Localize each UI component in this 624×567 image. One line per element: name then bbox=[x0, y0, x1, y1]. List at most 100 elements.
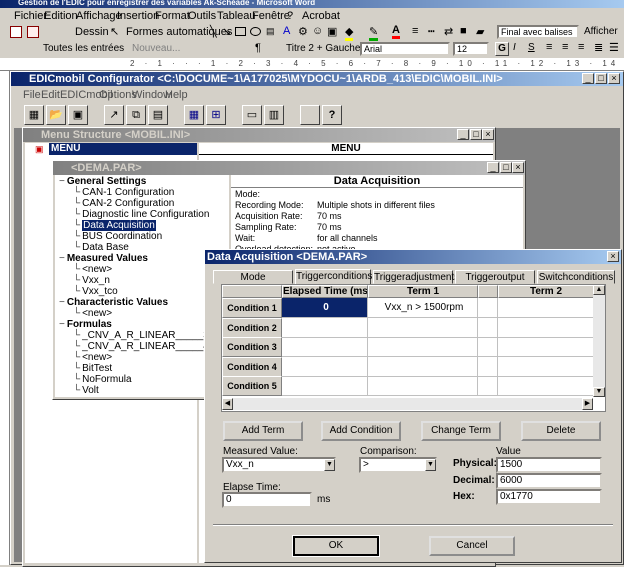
term2-cell[interactable] bbox=[498, 356, 594, 377]
edic-menu-help[interactable]: Help bbox=[165, 89, 188, 101]
underline-button[interactable]: S bbox=[528, 42, 535, 53]
picture-icon[interactable]: ▣ bbox=[327, 25, 337, 38]
term1-cell[interactable] bbox=[368, 376, 478, 396]
menu-outils[interactable]: Outils bbox=[188, 10, 216, 22]
pilcrow-icon[interactable]: ¶ bbox=[255, 42, 261, 54]
line-icon[interactable]: ╲ bbox=[210, 25, 217, 38]
3d-icon[interactable]: ▰ bbox=[476, 25, 484, 38]
edic-menu-edit[interactable]: Edit bbox=[41, 89, 60, 101]
add-condition-button[interactable]: Add Condition bbox=[321, 421, 401, 441]
tree-node[interactable]: └ CAN-1 Configuration bbox=[55, 187, 229, 198]
grid-vscrollbar[interactable]: ▲ ▼ bbox=[593, 285, 605, 397]
menu-affichage[interactable]: Affichage bbox=[76, 10, 122, 22]
add-term-button[interactable]: Add Term bbox=[223, 421, 303, 441]
tree-node[interactable]: └ Data Acquisition bbox=[55, 220, 229, 231]
menu-format[interactable]: Format bbox=[155, 10, 190, 22]
tree-node[interactable]: └ <new> bbox=[55, 264, 229, 275]
shadow-icon[interactable]: ■ bbox=[460, 25, 467, 37]
display-markup-select[interactable]: Final avec balises bbox=[497, 25, 579, 39]
term1-cell[interactable] bbox=[368, 317, 478, 338]
bold-button[interactable]: G bbox=[495, 42, 509, 56]
menu-help[interactable]: ? bbox=[287, 10, 293, 22]
new-doc-icon[interactable] bbox=[10, 26, 22, 38]
list-view-icon[interactable]: ▥ bbox=[264, 105, 284, 125]
close-button[interactable]: × bbox=[608, 73, 620, 84]
blank-cell[interactable] bbox=[478, 376, 498, 396]
menu-tableau[interactable]: Tableau bbox=[217, 10, 256, 22]
elapsed-cell[interactable] bbox=[282, 317, 368, 338]
tree-collapse-icon[interactable]: − bbox=[59, 176, 65, 187]
elapsed-cell[interactable] bbox=[282, 376, 368, 396]
align-right-icon[interactable]: ≡ bbox=[578, 41, 584, 53]
row-header[interactable]: Condition 4 bbox=[222, 356, 282, 377]
ms-tree-menu-item[interactable]: MENU bbox=[49, 143, 197, 155]
term2-cell[interactable] bbox=[498, 317, 594, 338]
row-header[interactable]: Condition 1 bbox=[222, 298, 282, 318]
tree-node[interactable]: └ Vxx_tco bbox=[55, 286, 229, 297]
line-color-icon[interactable]: ✎ bbox=[369, 25, 379, 41]
export-icon[interactable]: ↗ bbox=[104, 105, 124, 125]
nouveau-menu[interactable]: Nouveau... bbox=[132, 43, 180, 54]
menu-insertion[interactable]: Insertion bbox=[117, 10, 159, 22]
clipart-icon[interactable]: ☺ bbox=[312, 25, 323, 37]
rectangle-icon[interactable] bbox=[235, 27, 246, 36]
cancel-button[interactable]: Cancel bbox=[429, 536, 515, 556]
comparison-dropdown-icon[interactable]: ▼ bbox=[425, 459, 436, 471]
term2-cell[interactable] bbox=[498, 337, 594, 357]
term1-cell[interactable] bbox=[368, 337, 478, 357]
scroll-left-icon[interactable]: ◀ bbox=[222, 398, 233, 410]
blank-cell[interactable] bbox=[478, 337, 498, 357]
row-header[interactable]: Condition 5 bbox=[222, 376, 282, 396]
menu-acrobat[interactable]: Acrobat bbox=[302, 10, 340, 22]
ok-button[interactable]: OK bbox=[292, 535, 380, 557]
scroll-right-icon[interactable]: ▶ bbox=[582, 398, 593, 410]
diagram-icon[interactable]: ⚙ bbox=[298, 25, 308, 38]
tree-node[interactable]: └ CAN-2 Configuration bbox=[55, 198, 229, 209]
edic-menu-file[interactable]: File bbox=[23, 89, 41, 101]
tree-collapse-icon[interactable]: − bbox=[59, 253, 65, 264]
list-icon[interactable]: ☰ bbox=[609, 41, 619, 54]
term2-cell[interactable] bbox=[498, 376, 594, 396]
tree-node[interactable]: − General Settings bbox=[55, 176, 229, 187]
tree-collapse-icon[interactable]: − bbox=[59, 319, 65, 330]
textbox-icon[interactable]: ▤ bbox=[266, 26, 275, 37]
tree-node[interactable]: └ _CNV_A_R_LINEAR_____32_CM bbox=[55, 330, 236, 341]
tree-collapse-icon[interactable]: − bbox=[59, 297, 65, 308]
tree-icon[interactable]: ⊞ bbox=[206, 105, 226, 125]
tree-node[interactable]: └ Vxx_n bbox=[55, 275, 229, 286]
dialog-close-button[interactable]: × bbox=[607, 251, 619, 262]
copy-icon[interactable]: ⧉ bbox=[126, 105, 146, 125]
minimize-button[interactable]: _ bbox=[582, 73, 594, 84]
decimal-field[interactable]: 6000 bbox=[496, 473, 602, 489]
hex-field[interactable]: 0x1770 bbox=[496, 489, 602, 505]
scroll-up-icon[interactable]: ▲ bbox=[593, 285, 605, 295]
entries-menu[interactable]: Toutes les entrées bbox=[43, 43, 124, 54]
blank-cell[interactable] bbox=[478, 298, 498, 318]
blank-cell[interactable] bbox=[478, 356, 498, 377]
fill-color-icon[interactable]: ◆ bbox=[345, 25, 354, 41]
delete-button[interactable]: Delete bbox=[521, 421, 601, 441]
scroll-down-icon[interactable]: ▼ bbox=[593, 387, 605, 397]
afficher-menu[interactable]: Afficher bbox=[584, 26, 618, 37]
term1-cell[interactable]: Vxx_n > 1500rpm bbox=[368, 298, 478, 318]
blank-icon[interactable] bbox=[300, 105, 320, 125]
term1-cell[interactable] bbox=[368, 356, 478, 377]
menu-fenetre[interactable]: Fenêtre bbox=[252, 10, 290, 22]
col-header-term2[interactable]: Term 2 bbox=[498, 285, 594, 298]
arrow-style-icon[interactable]: ⇄ bbox=[444, 25, 453, 38]
tree-node[interactable]: └ <new> bbox=[55, 352, 229, 363]
align-left-icon[interactable]: ≡ bbox=[546, 41, 552, 53]
tree-node[interactable]: └ NoFormula bbox=[55, 374, 229, 385]
dema-maximize-button[interactable]: □ bbox=[500, 162, 512, 173]
ellipse-icon[interactable] bbox=[250, 27, 261, 36]
tree-node[interactable]: └ Diagnostic line Configuration bbox=[55, 209, 229, 220]
tree-node[interactable]: └ Volt bbox=[55, 385, 229, 396]
measured-dropdown-icon[interactable]: ▼ bbox=[324, 459, 335, 471]
tree-node[interactable]: − Measured Values bbox=[55, 253, 229, 264]
save-icon[interactable]: ▣ bbox=[68, 105, 88, 125]
ms-maximize-button[interactable]: □ bbox=[470, 129, 482, 140]
italic-button[interactable]: I bbox=[513, 42, 516, 53]
window-icon[interactable]: ▦ bbox=[24, 105, 44, 125]
ms-minimize-button[interactable]: _ bbox=[457, 129, 469, 140]
tab-triggeroutput[interactable]: Triggeroutput bbox=[455, 270, 535, 284]
